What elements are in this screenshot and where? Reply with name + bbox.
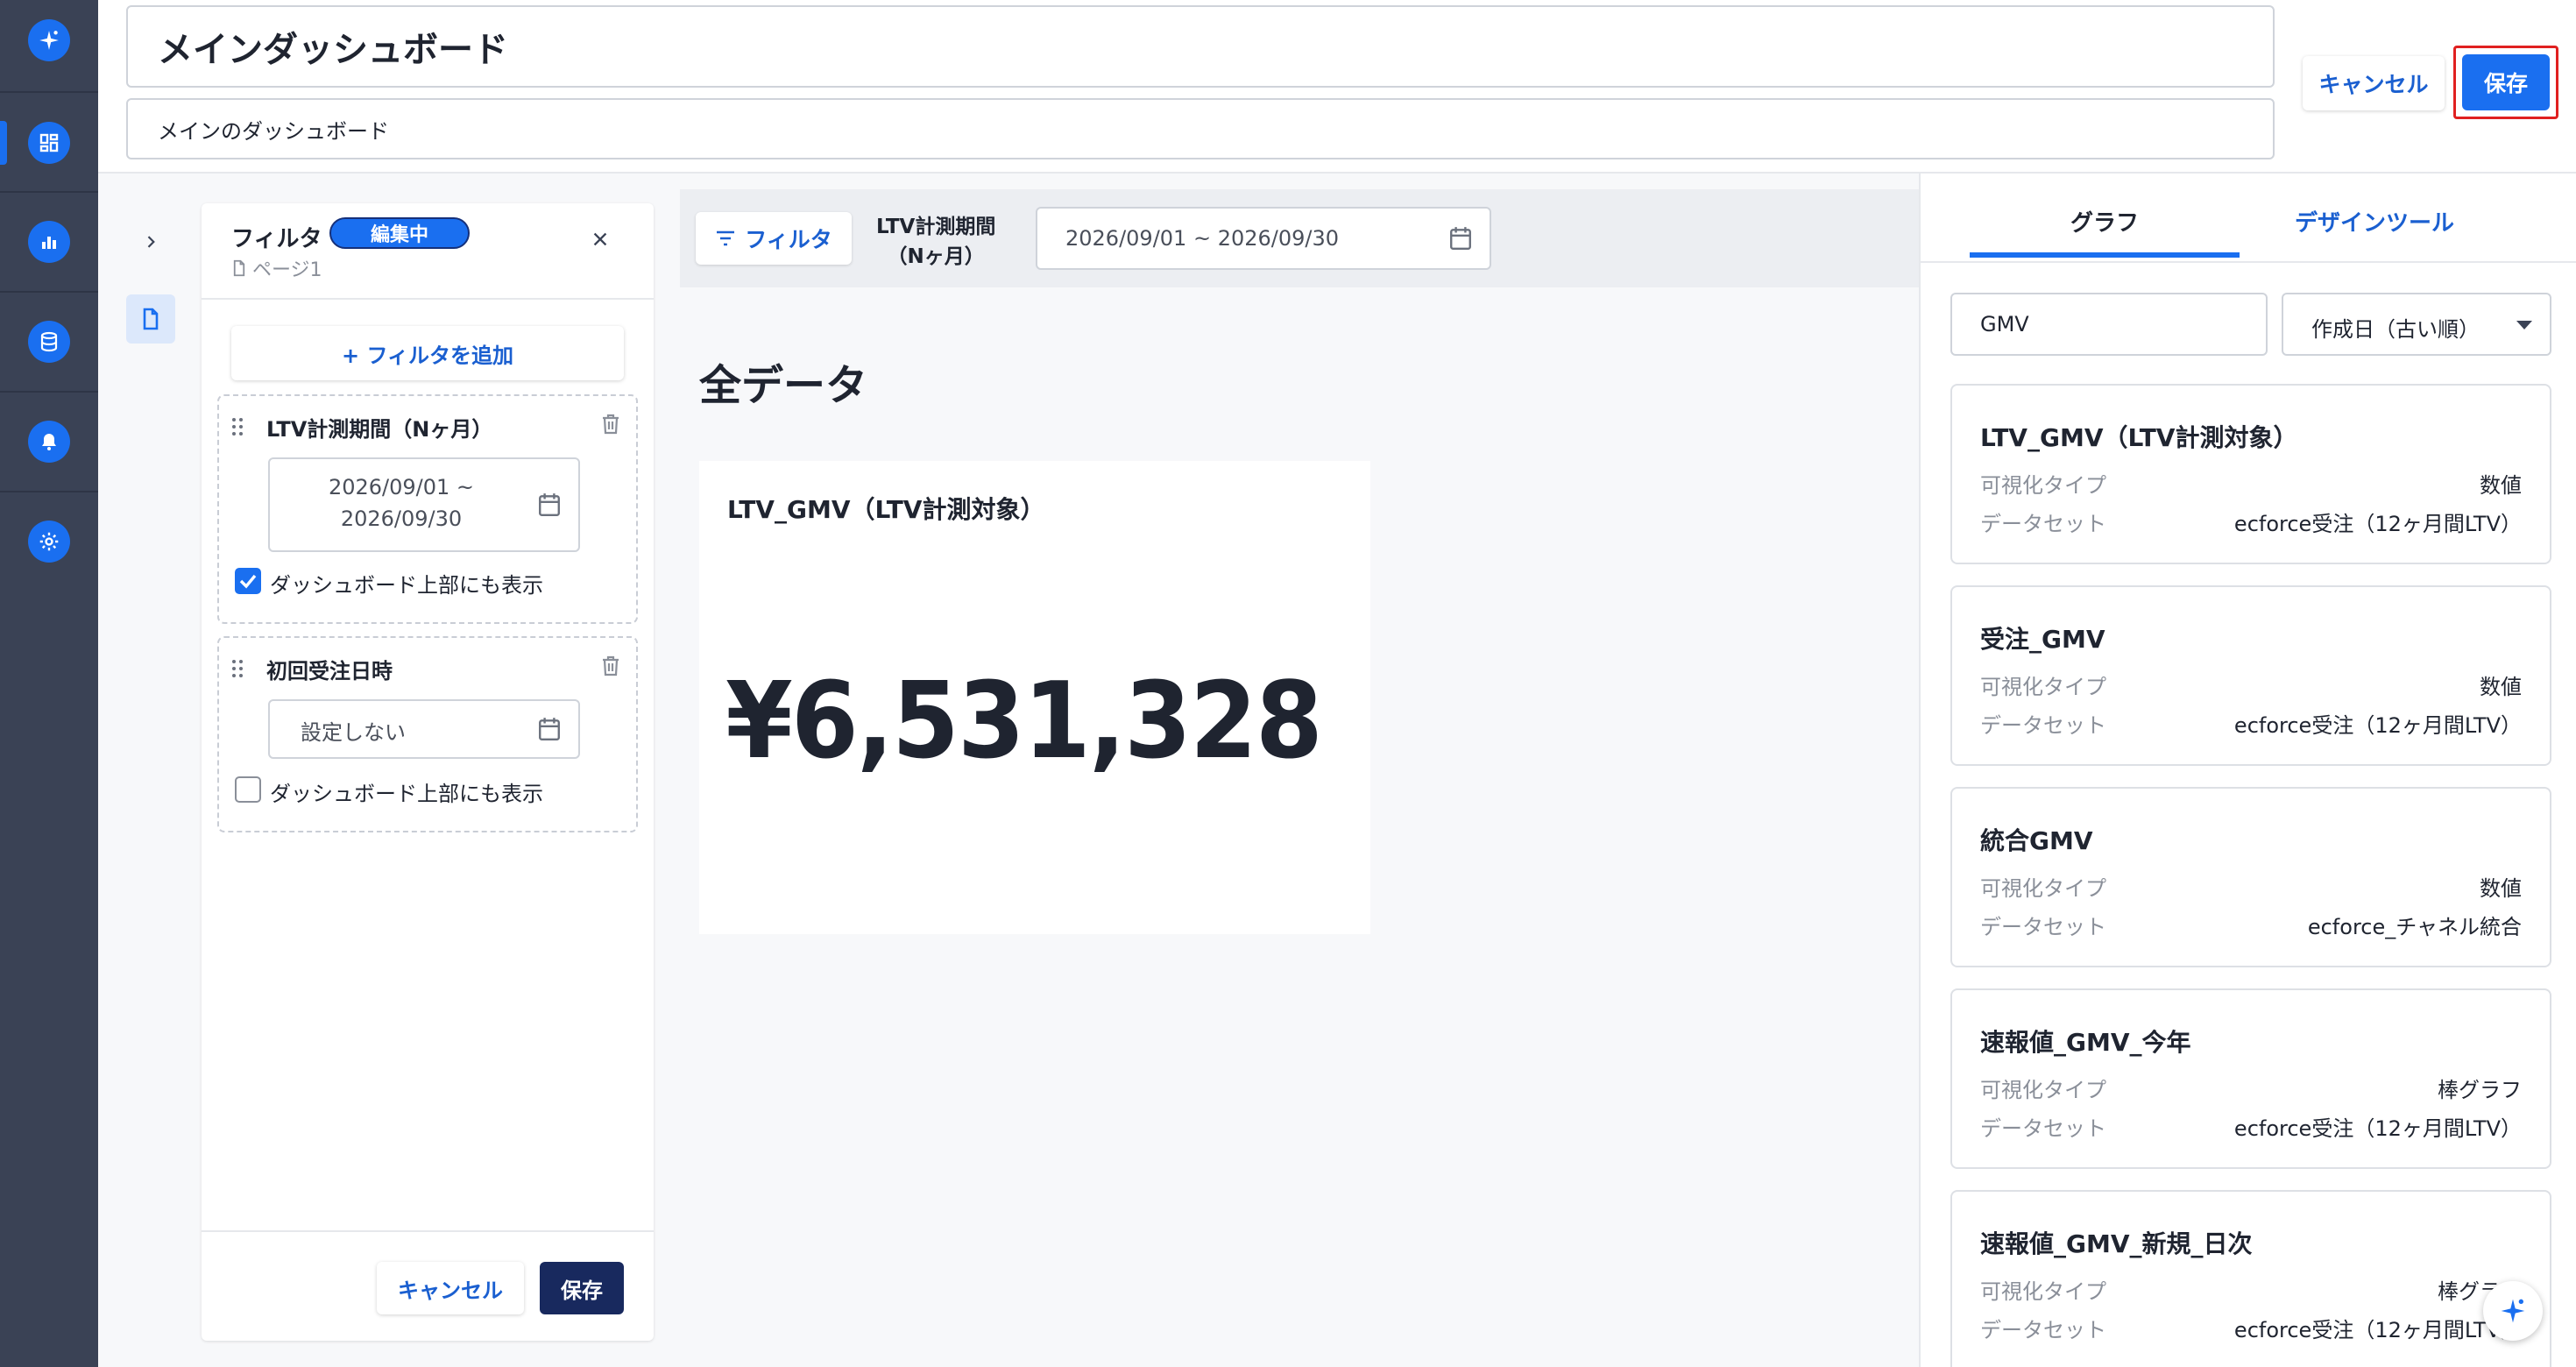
filter-panel: フィルタ 編集中 ページ1 + フィルタを追加 LTV計測期間（Nヶ月） 202… <box>202 203 654 1341</box>
dataset-label: データセット <box>1980 915 2106 939</box>
database-icon[interactable] <box>28 321 70 363</box>
drag-handle-icon[interactable] <box>231 417 244 440</box>
filter-cancel-button[interactable]: キャンセル <box>377 1262 524 1314</box>
show-on-top-label: ダッシュボード上部にも表示 <box>270 782 543 806</box>
dataset-value: ecforce受注（12ヶ月間LTV） <box>2233 1116 2522 1141</box>
filter-card: 初回受注日時 設定しない ダッシュボード上部にも表示 <box>217 636 638 832</box>
viz-type-value: 数値 <box>2480 675 2522 699</box>
graph-card[interactable]: LTV_GMV（LTV計測対象） 可視化タイプ 数値 データセット ecforc… <box>1950 384 2551 564</box>
dataset-label: データセット <box>1980 512 2106 536</box>
show-on-top-checkbox[interactable] <box>235 776 261 803</box>
tab-graph[interactable]: グラフ <box>1970 205 2240 237</box>
filter-toggle-button[interactable]: フィルタ <box>696 212 852 265</box>
gear-icon[interactable] <box>28 521 70 563</box>
filter-date-input[interactable]: 2026/09/01 ~ 2026/09/30 <box>268 457 580 552</box>
chart-icon[interactable] <box>28 221 70 263</box>
dataset-value: ecforce受注（12ヶ月間LTV） <box>2233 1318 2522 1342</box>
bell-icon[interactable] <box>28 421 70 463</box>
date-range-start: 2026/09/01 ~ <box>328 475 475 499</box>
ltv-date-range-input[interactable]: 2026/09/01 ~ 2026/09/30 <box>1036 207 1491 270</box>
active-tab-indicator <box>1970 252 2240 258</box>
calendar-icon[interactable] <box>538 492 561 522</box>
dataset-label: データセット <box>1980 1318 2106 1342</box>
filter-label: LTV計測期間（Nヶ月） <box>266 417 493 442</box>
widget-title: LTV_GMV（LTV計測対象） <box>727 495 1045 524</box>
filter-card: LTV計測期間（Nヶ月） 2026/09/01 ~ 2026/09/30 ダッシ… <box>217 394 638 624</box>
viz-type-value: 数値 <box>2480 473 2522 498</box>
number-widget[interactable]: LTV_GMV（LTV計測対象） ¥6,531,328 <box>699 461 1370 934</box>
header-cancel-button[interactable]: キャンセル <box>2303 56 2445 110</box>
sort-value: 作成日（古い順） <box>2311 317 2480 342</box>
graph-search-input[interactable]: GMV <box>1950 293 2268 356</box>
viz-type-value: 数値 <box>2480 876 2522 901</box>
ltv-date-range-value: 2026/09/01 ~ 2026/09/30 <box>1065 226 1340 251</box>
calendar-icon[interactable] <box>1449 226 1472 256</box>
graph-title: 速報値_GMV_今年 <box>1980 1028 2191 1057</box>
header-save-button[interactable]: 保存 <box>2462 54 2550 110</box>
drag-handle-icon[interactable] <box>231 659 244 682</box>
left-nav-rail <box>0 0 98 1367</box>
calendar-icon[interactable] <box>538 717 561 747</box>
page-indicator: ページ1 <box>231 254 322 282</box>
editing-badge: 編集中 <box>329 217 470 249</box>
trash-icon[interactable] <box>601 655 620 680</box>
widget-value: ¥6,531,328 <box>725 661 1323 783</box>
graph-title: 受注_GMV <box>1980 625 2105 654</box>
filter-lines-icon <box>717 230 735 246</box>
graph-title: LTV_GMV（LTV計測対象） <box>1980 423 2298 452</box>
ai-assistant-icon[interactable] <box>28 19 70 61</box>
viz-type-label: 可視化タイプ <box>1980 1279 2106 1304</box>
dashboard-description-input[interactable]: メインのダッシュボード <box>126 98 2275 159</box>
filter-panel-title: フィルタ <box>231 226 322 252</box>
add-filter-button[interactable]: + フィルタを追加 <box>231 326 624 380</box>
filter-save-button[interactable]: 保存 <box>540 1262 624 1314</box>
filter-label: 初回受注日時 <box>266 659 393 684</box>
dashboard-title-input[interactable]: メインダッシュボード <box>126 5 2275 88</box>
filter-date-input[interactable]: 設定しない <box>268 699 580 759</box>
date-placeholder: 設定しない <box>301 720 406 745</box>
graph-library-panel: グラフ デザインツール GMV 作成日（古い順） LTV_GMV（LTV計測対象… <box>1919 174 2576 1367</box>
dataset-label: データセット <box>1980 1116 2106 1141</box>
graph-title: 統合GMV <box>1980 826 2093 855</box>
graph-card[interactable]: 統合GMV 可視化タイプ 数値 データセット ecforce_チャネル統合 <box>1950 787 2551 967</box>
dataset-value: ecforce_チャネル統合 <box>2307 915 2522 939</box>
chevron-down-icon <box>2516 321 2532 329</box>
dashboard-filter-bar: フィルタ LTV計測期間 （Nヶ月） 2026/09/01 ~ 2026/09/… <box>680 189 1919 287</box>
ai-sparkle-fab[interactable] <box>2483 1281 2543 1341</box>
expand-chevron-icon[interactable] <box>133 224 168 259</box>
viz-type-value: 棒グラフ <box>2438 1078 2522 1102</box>
ltv-period-label: LTV計測期間 （Nヶ月） <box>876 212 995 272</box>
document-icon <box>233 259 245 277</box>
graph-card[interactable]: 速報値_GMV_新規_日次 可視化タイプ 棒グラフ データセット ecforce… <box>1950 1190 2551 1367</box>
section-title: 全データ <box>699 361 868 410</box>
filter-button-label: フィルタ <box>745 227 832 252</box>
dataset-label: データセット <box>1980 713 2106 738</box>
viz-type-label: 可視化タイプ <box>1980 675 2106 699</box>
ltv-label-line1: LTV計測期間 <box>876 216 996 238</box>
dashboard-header: メインダッシュボード メインのダッシュボード キャンセル 保存 <box>98 0 2576 174</box>
viz-type-label: 可視化タイプ <box>1980 473 2106 498</box>
graph-title: 速報値_GMV_新規_日次 <box>1980 1229 2253 1258</box>
sort-select[interactable]: 作成日（古い順） <box>2282 293 2551 356</box>
page-label: ページ1 <box>252 259 322 281</box>
viz-type-label: 可視化タイプ <box>1980 876 2106 901</box>
sparkle-icon <box>2501 1299 2525 1323</box>
viz-type-label: 可視化タイプ <box>1980 1078 2106 1102</box>
tab-design-tools[interactable]: デザインツール <box>2240 205 2509 237</box>
date-range-end: 2026/09/30 <box>340 506 463 531</box>
show-on-top-checkbox[interactable] <box>235 568 261 594</box>
close-icon[interactable] <box>587 226 613 252</box>
ltv-label-line2: （Nヶ月） <box>887 245 985 268</box>
trash-icon[interactable] <box>601 414 620 438</box>
graph-card[interactable]: 速報値_GMV_今年 可視化タイプ 棒グラフ データセット ecforce受注（… <box>1950 988 2551 1169</box>
dataset-value: ecforce受注（12ヶ月間LTV） <box>2233 512 2522 536</box>
show-on-top-label: ダッシュボード上部にも表示 <box>270 573 543 598</box>
page-icon[interactable] <box>126 294 175 344</box>
dashboard-icon[interactable] <box>28 122 70 164</box>
graph-card[interactable]: 受注_GMV 可視化タイプ 数値 データセット ecforce受注（12ヶ月間L… <box>1950 585 2551 766</box>
dataset-value: ecforce受注（12ヶ月間LTV） <box>2233 713 2522 738</box>
